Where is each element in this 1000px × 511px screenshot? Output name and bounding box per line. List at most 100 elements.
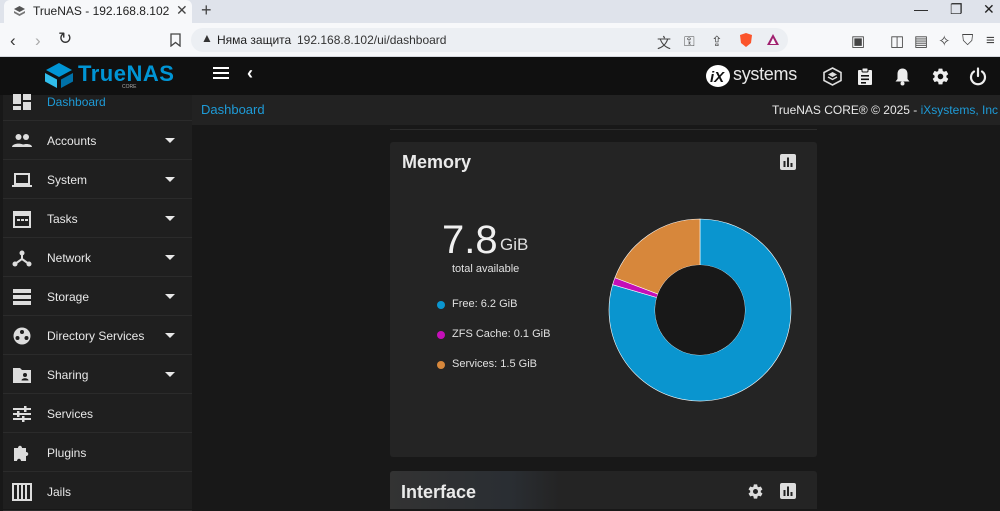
interface-bar-chart-icon[interactable]	[780, 483, 796, 499]
power-icon[interactable]	[969, 67, 987, 86]
expand-arrow-icon[interactable]	[165, 177, 175, 182]
sidebar-item-label: Storage	[47, 290, 90, 304]
sidebar-item-label: Tasks	[47, 212, 78, 226]
wallet-icon[interactable]: ▤	[914, 32, 928, 50]
sidebar-item-accounts[interactable]: Accounts	[3, 122, 192, 160]
legend-label: Services: 1.5 GiB	[452, 358, 537, 370]
calendar-icon	[13, 211, 31, 228]
sidebar-item-directory-services[interactable]: Directory Services	[3, 317, 192, 355]
settings-gear-icon[interactable]	[931, 67, 950, 86]
network-icon	[12, 250, 32, 267]
sidebar-item-plugins[interactable]: Plugins	[3, 434, 192, 472]
sidebar-item-label: Directory Services	[47, 329, 145, 343]
browser-tab[interactable]: TrueNAS - 192.168.8.102 ✕	[4, 0, 192, 23]
breadcrumb: Dashboard TrueNAS CORE® © 2025 - iXsyste…	[192, 95, 1000, 125]
sidebar-item-label: System	[47, 173, 88, 187]
expand-arrow-icon[interactable]	[165, 372, 175, 377]
expand-arrow-icon[interactable]	[165, 294, 175, 299]
brave-shield-icon[interactable]	[739, 32, 753, 48]
notifications-bell-icon[interactable]	[894, 67, 911, 86]
puzzle-icon	[14, 445, 29, 461]
bookmark-icon[interactable]	[170, 33, 181, 47]
legend-dot	[437, 331, 445, 339]
share-icon[interactable]: ⇪	[711, 33, 723, 50]
truenas-favicon-icon	[14, 6, 25, 16]
menu-icon[interactable]: ≡	[986, 32, 995, 49]
interface-settings-gear-icon[interactable]	[747, 483, 764, 500]
copyright-label: TrueNAS CORE® © 2025 -	[772, 103, 921, 117]
previous-card-bottom	[390, 125, 817, 130]
dashboard-icon	[13, 94, 31, 110]
key-icon[interactable]: ⚿	[684, 33, 695, 50]
reader-mode-icon[interactable]: ▣	[851, 32, 865, 50]
expand-arrow-icon[interactable]	[165, 333, 175, 338]
people-icon	[12, 134, 32, 147]
storage-icon	[13, 289, 31, 305]
url-text[interactable]: 192.168.8.102/ui/dashboard	[297, 33, 446, 47]
browser-tab-title: TrueNAS - 192.168.8.102	[33, 4, 170, 18]
legend-label: Free: 6.2 GiB	[452, 298, 518, 310]
not-secure-label[interactable]: Няма защита	[217, 33, 291, 47]
dashboard-content: Memory 7.8 GiB total available Free: 6.2…	[192, 125, 1000, 509]
browser-toolbar: ‹ › ↻ ▲ Няма защита 192.168.8.102/ui/das…	[0, 23, 1000, 57]
legend-dot	[437, 301, 445, 309]
expand-arrow-icon[interactable]	[165, 138, 175, 143]
sidebar-icon[interactable]: ◫	[890, 32, 904, 50]
new-tab-icon[interactable]: +	[201, 0, 212, 21]
expand-arrow-icon[interactable]	[165, 216, 175, 221]
address-bar[interactable]: ▲ Няма защита 192.168.8.102/ui/dashboard…	[191, 28, 788, 52]
sidebar-item-network[interactable]: Network	[3, 239, 192, 277]
restore-window-icon[interactable]: ❐	[950, 1, 963, 18]
sidebar-item-tasks[interactable]: Tasks	[3, 200, 192, 238]
minimize-window-icon[interactable]: —	[914, 1, 928, 17]
sidebar-item-jails[interactable]: Jails	[3, 473, 192, 511]
memory-donut-chart	[608, 218, 792, 402]
reload-icon[interactable]: ↻	[58, 29, 72, 49]
truecommand-icon[interactable]	[823, 67, 842, 86]
warning-icon[interactable]: ▲	[201, 31, 213, 45]
expand-arrow-icon[interactable]	[165, 255, 175, 260]
bar-chart-icon[interactable]	[780, 154, 796, 170]
sidebar-item-label: Dashboard	[47, 95, 106, 109]
laptop-icon	[12, 173, 32, 187]
memory-total-unit: GiB	[500, 235, 529, 254]
sidebar-item-label: Accounts	[47, 134, 97, 148]
memory-total-label: total available	[452, 263, 520, 275]
tune-icon	[13, 406, 31, 422]
close-window-icon[interactable]: ✕	[983, 1, 995, 18]
interface-widget-title: Interface	[401, 482, 477, 502]
sidebar-item-sharing[interactable]: Sharing	[3, 356, 192, 394]
close-tab-icon[interactable]: ✕	[176, 2, 188, 19]
sidebar: Dashboard Accounts System Tasks Network …	[3, 94, 192, 511]
sidebar-item-dashboard[interactable]: Dashboard	[3, 83, 192, 121]
folder-shared-icon	[13, 368, 31, 383]
back-icon[interactable]: ‹	[10, 31, 16, 51]
hamburger-menu-icon[interactable]	[213, 66, 229, 80]
svg-text:iX: iX	[710, 69, 725, 86]
forward-icon[interactable]: ›	[35, 31, 41, 51]
sidebar-item-system[interactable]: System	[3, 161, 192, 199]
ixsystems-logo-icon[interactable]: iX	[704, 63, 732, 89]
copyright-text: TrueNAS CORE® © 2025 - iXsystems, Inc	[772, 103, 998, 117]
leo-ai-icon[interactable]: ✧	[938, 32, 951, 50]
breadcrumb-current[interactable]: Dashboard	[201, 102, 265, 117]
sidebar-item-label: Network	[47, 251, 92, 265]
sidebar-item-services[interactable]: Services	[3, 395, 192, 433]
legend-label: ZFS Cache: 0.1 GiB	[452, 328, 551, 340]
brave-rewards-icon[interactable]	[766, 33, 780, 46]
interface-widget: Interface	[390, 471, 817, 509]
browser-tab-bar: TrueNAS - 192.168.8.102 ✕ + — ❐ ✕	[0, 0, 1000, 23]
translate-icon[interactable]: 文	[657, 33, 671, 53]
sidebar-item-label: Plugins	[47, 446, 87, 460]
ixsystems-logo-text[interactable]: systems	[733, 64, 797, 85]
directory-icon	[13, 327, 31, 345]
sidebar-item-storage[interactable]: Storage	[3, 278, 192, 316]
task-manager-icon[interactable]	[857, 67, 873, 86]
vpn-icon[interactable]: ⛉	[962, 32, 973, 49]
sidebar-item-label: Jails	[47, 485, 72, 499]
collapse-sidebar-icon[interactable]: ‹	[247, 63, 253, 84]
memory-widget: Memory 7.8 GiB total available Free: 6.2…	[390, 142, 817, 457]
memory-total-value: 7.8	[442, 218, 498, 262]
memory-widget-title: Memory	[402, 152, 472, 172]
ixsystems-link[interactable]: iXsystems, Inc	[921, 103, 998, 117]
